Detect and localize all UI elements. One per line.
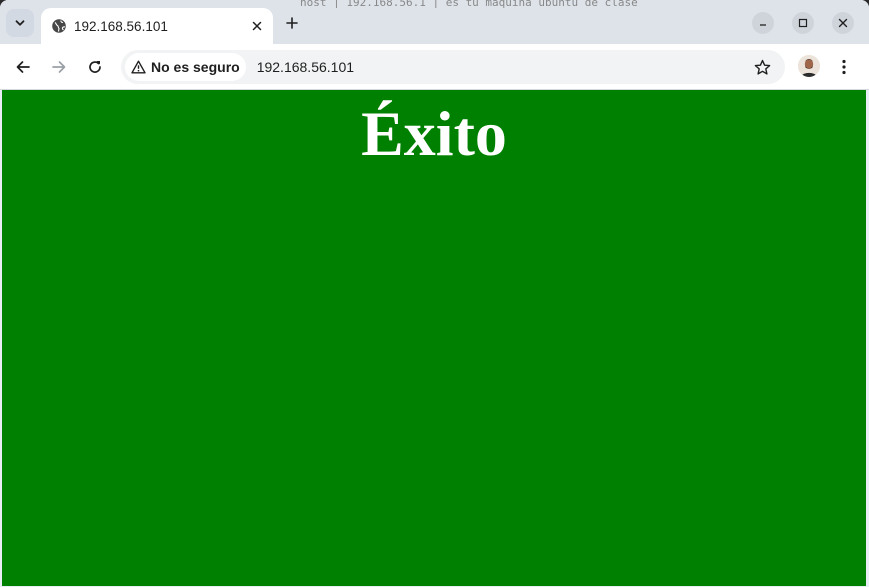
- maximize-icon: [798, 18, 808, 28]
- tab-strip: host | 192.168.56.1 | es tu maquina ubun…: [0, 0, 869, 44]
- close-icon: [838, 18, 848, 28]
- address-bar[interactable]: No es seguro 192.168.56.101: [121, 50, 785, 84]
- maximize-button[interactable]: [792, 12, 814, 34]
- new-tab-button[interactable]: [281, 12, 303, 34]
- url-text[interactable]: 192.168.56.101: [257, 59, 749, 75]
- tab-search-button[interactable]: [6, 9, 34, 37]
- tab-active[interactable]: 192.168.56.101: [41, 8, 273, 44]
- arrow-left-icon: [16, 61, 30, 73]
- tab-title: 192.168.56.101: [74, 18, 168, 34]
- back-button[interactable]: [10, 54, 36, 80]
- page-content: Éxito: [2, 90, 866, 586]
- globe-icon: [51, 18, 67, 34]
- plus-icon: [286, 17, 298, 29]
- page-heading: Éxito: [361, 98, 507, 169]
- reload-button[interactable]: [82, 54, 108, 80]
- browser-window: host | 192.168.56.1 | es tu maquina ubun…: [0, 0, 869, 587]
- kebab-menu-icon: [842, 59, 846, 75]
- security-label: No es seguro: [151, 59, 240, 75]
- arrow-right-icon: [52, 61, 66, 73]
- menu-button[interactable]: [832, 54, 856, 80]
- browser-toolbar: No es seguro 192.168.56.101: [0, 44, 869, 90]
- chevron-down-icon: [15, 20, 25, 26]
- tab-close-icon[interactable]: [247, 16, 267, 36]
- background-terminal-text: host | 192.168.56.1 | es tu maquina ubun…: [300, 0, 638, 8]
- security-chip[interactable]: No es seguro: [125, 53, 246, 81]
- close-window-button[interactable]: [832, 12, 854, 34]
- minimize-button[interactable]: [752, 12, 774, 34]
- reload-icon: [89, 61, 101, 73]
- bookmark-star-icon[interactable]: [749, 54, 775, 80]
- warning-icon: [131, 60, 146, 74]
- minimize-icon: [760, 24, 766, 26]
- forward-button[interactable]: [46, 54, 72, 80]
- profile-avatar[interactable]: [798, 55, 820, 77]
